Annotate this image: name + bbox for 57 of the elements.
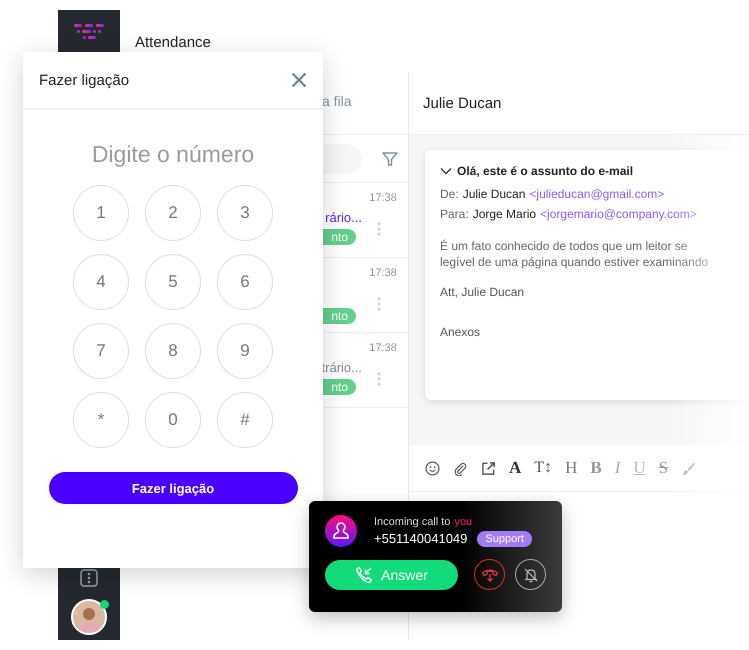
- strike-button[interactable]: S: [658, 458, 668, 478]
- message-time: 17:38: [369, 342, 397, 354]
- close-icon[interactable]: [291, 72, 307, 88]
- contact-name: Julie Ducan: [423, 95, 502, 112]
- keypad-key[interactable]: 8: [145, 323, 201, 379]
- phone-incoming-icon: [355, 566, 374, 584]
- from-label: De:: [440, 187, 459, 201]
- message-preview: rário...: [325, 210, 362, 225]
- font-button[interactable]: A: [509, 458, 522, 478]
- email-subject: Olá, este é o assunto do e-mail: [457, 164, 634, 178]
- call-label: Incoming call to: [374, 516, 450, 528]
- attachments-label: Anexos: [440, 325, 482, 339]
- filter-icon[interactable]: [382, 150, 398, 166]
- bold-button[interactable]: B: [590, 458, 602, 478]
- more-icon[interactable]: [80, 569, 98, 587]
- keypad-key[interactable]: *: [73, 392, 129, 448]
- size-button[interactable]: T↕: [534, 459, 552, 477]
- dialog-title: Fazer ligação: [39, 72, 130, 88]
- decline-button[interactable]: [474, 559, 505, 590]
- hang-up-icon: [480, 568, 498, 582]
- logo-icon: [74, 23, 104, 39]
- caller-number: +551140041049: [374, 531, 468, 546]
- emoji-icon[interactable]: [425, 460, 440, 476]
- avatar[interactable]: [71, 599, 107, 635]
- to-label: Para:: [440, 207, 469, 221]
- recipient-name: Jorge Mario: [472, 207, 536, 221]
- message-time: 17:38: [369, 267, 397, 279]
- keypad-key[interactable]: 3: [217, 185, 273, 241]
- keypad-key[interactable]: 9: [217, 323, 273, 379]
- keypad-key[interactable]: 4: [73, 254, 129, 310]
- message-time: 17:38: [369, 192, 397, 204]
- mute-button[interactable]: [515, 559, 546, 590]
- user-icon: [325, 515, 357, 547]
- call-target: you: [454, 516, 472, 528]
- sender-name: Julie Ducan: [462, 187, 526, 201]
- app-title: Attendance: [135, 34, 211, 51]
- email-signature: Att, Julie Ducan: [440, 285, 526, 299]
- recipient-address[interactable]: <jorgemario@company.com>: [540, 207, 697, 221]
- italic-button[interactable]: I: [614, 458, 620, 478]
- keypad-key[interactable]: 1: [73, 185, 129, 241]
- email-body: É um fato conhecido de todos que um leitor se legível de uma página quando estiver examinando: [440, 238, 710, 270]
- queue-tab[interactable]: a fila: [322, 93, 352, 109]
- online-dot: [100, 600, 109, 609]
- keypad-key[interactable]: #: [217, 392, 273, 448]
- external-link-icon[interactable]: [481, 460, 496, 476]
- keypad-key[interactable]: 2: [145, 185, 201, 241]
- chevron-down-icon[interactable]: [440, 167, 452, 175]
- keypad-key[interactable]: 5: [145, 254, 201, 310]
- keypad-key[interactable]: 6: [217, 254, 273, 310]
- queue-tag: Support: [477, 530, 532, 546]
- keypad-key[interactable]: 7: [73, 323, 129, 379]
- heading-button[interactable]: H: [565, 458, 578, 478]
- call-button[interactable]: Fazer ligação: [48, 472, 298, 504]
- paperclip-icon[interactable]: [453, 460, 468, 476]
- bell-off-icon: [522, 566, 538, 582]
- keypad-key[interactable]: 0: [145, 392, 201, 448]
- sender-address[interactable]: <julieducan@gmail.com>: [529, 187, 664, 201]
